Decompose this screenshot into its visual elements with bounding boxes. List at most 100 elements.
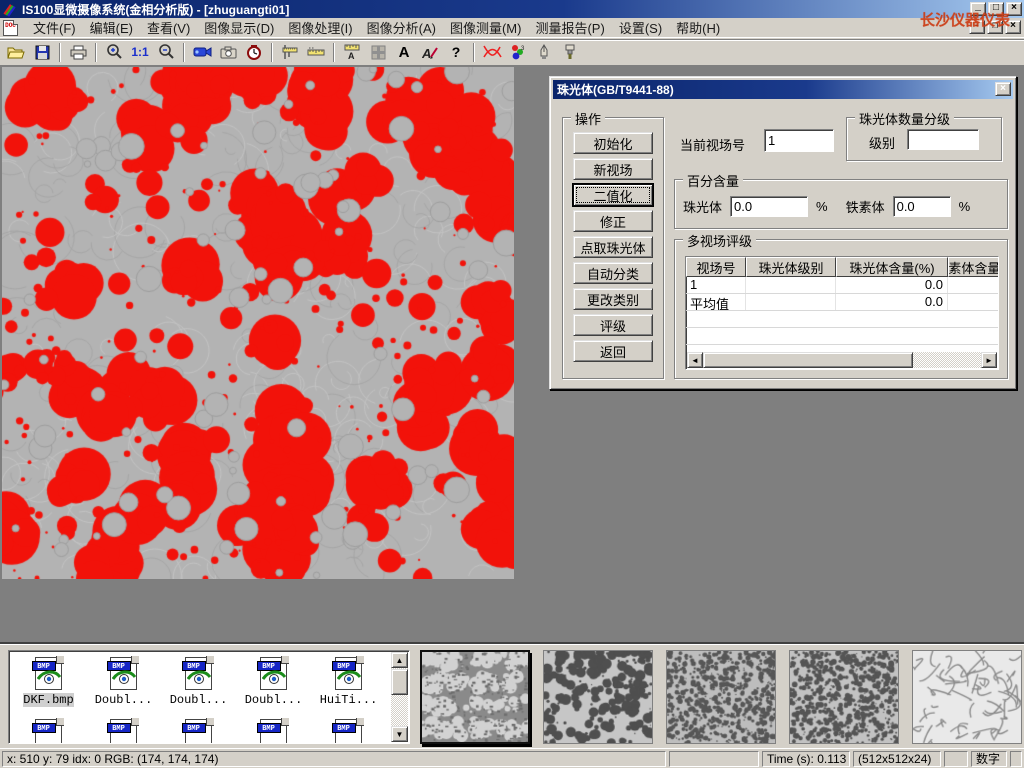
maximize-button[interactable]: □ xyxy=(988,2,1004,16)
table-horizontal-scrollbar[interactable]: ◄ ► xyxy=(687,352,997,368)
col-field-no[interactable]: 视场号 xyxy=(686,257,746,277)
change-class-button[interactable]: 更改类别 xyxy=(573,288,653,310)
col-pearlite-grade[interactable]: 珠光体级别 xyxy=(746,257,836,277)
grade-group-label: 珠光体数量分级 xyxy=(855,109,954,128)
scroll-thumb[interactable] xyxy=(703,352,913,368)
rate-button[interactable]: 评级 xyxy=(573,314,653,336)
menu-file[interactable]: 文件(F) xyxy=(26,16,83,39)
measure-text-icon[interactable]: A xyxy=(340,42,364,63)
brush-tool-icon[interactable] xyxy=(558,42,582,63)
bottom-panel: BMP DKF.bmp BMP Doubl... BMP Doubl... BM… xyxy=(0,642,1024,748)
zoom-in-icon[interactable] xyxy=(102,42,126,63)
file-item[interactable]: BMP DKF.bmp xyxy=(11,653,86,707)
table-row[interactable]: 平均值 0.0 xyxy=(686,294,998,311)
document-icon[interactable]: DOC xyxy=(3,20,18,36)
ferrite-percent-sign: % xyxy=(959,199,971,214)
file-item[interactable]: BMP Doubl... xyxy=(161,653,236,707)
new-field-button[interactable]: 新视场 xyxy=(573,158,653,180)
dialog-title-bar[interactable]: 珠光体(GB/T9441-88) × xyxy=(553,80,1013,99)
file-item[interactable]: BMP xyxy=(86,715,161,744)
text-icon[interactable]: A xyxy=(392,42,416,63)
file-item[interactable]: BMP xyxy=(311,715,386,744)
thumbnail-3[interactable] xyxy=(666,650,776,744)
correct-button[interactable]: 修正 xyxy=(573,210,653,232)
status-cursor-position: x: 510 y: 79 idx: 0 RGB: (174, 174, 174) xyxy=(2,751,666,767)
save-icon[interactable] xyxy=(30,42,54,63)
menu-image-display[interactable]: 图像显示(D) xyxy=(197,16,281,39)
pearlite-percent-sign: % xyxy=(816,199,828,214)
menu-measure-report[interactable]: 测量报告(P) xyxy=(528,16,611,39)
phase-points-icon[interactable]: 3 xyxy=(506,42,530,63)
help-icon[interactable]: ? xyxy=(444,42,468,63)
binarize-button[interactable]: 二值化 xyxy=(573,184,653,206)
annotate-icon[interactable]: A xyxy=(418,42,442,63)
file-browser[interactable]: BMP DKF.bmp BMP Doubl... BMP Doubl... BM… xyxy=(8,650,410,744)
file-name[interactable]: DKF.bmp xyxy=(23,693,73,707)
menu-image-analysis[interactable]: 图像分析(A) xyxy=(360,16,443,39)
ferrite-percent-input[interactable] xyxy=(893,196,951,217)
thumbnail-4[interactable] xyxy=(789,650,899,744)
status-time: Time (s): 0.113 xyxy=(762,751,850,767)
dialog-close-icon[interactable]: × xyxy=(995,82,1011,96)
curve-tool-icon[interactable] xyxy=(480,42,504,63)
grid-icon[interactable] xyxy=(366,42,390,63)
grade-input[interactable] xyxy=(907,129,979,150)
col-pearlite-content[interactable]: 珠光体含量(%) xyxy=(836,257,948,277)
child-restore-button[interactable]: ❐ xyxy=(987,20,1003,34)
scroll-left-icon[interactable]: ◄ xyxy=(687,352,703,368)
file-item[interactable]: BMP xyxy=(11,715,86,744)
pick-pearlite-button[interactable]: 点取珠光体 xyxy=(573,236,653,258)
file-name[interactable]: Doubl... xyxy=(245,693,303,707)
menu-settings[interactable]: 设置(S) xyxy=(612,16,669,39)
file-name[interactable]: HuiTi... xyxy=(320,693,378,707)
col-ferrite-content[interactable]: 铁素体含量(%) xyxy=(948,257,999,277)
micrograph-image[interactable] xyxy=(2,67,514,579)
actual-size-icon[interactable]: 1:1 xyxy=(128,42,152,63)
thumbnail-1[interactable] xyxy=(420,650,530,744)
timer-icon[interactable] xyxy=(242,42,266,63)
file-name[interactable]: Doubl... xyxy=(95,693,153,707)
file-item[interactable]: BMP xyxy=(236,715,311,744)
bmp-file-icon: BMP xyxy=(182,657,216,691)
scroll-right-icon[interactable]: ► xyxy=(981,352,997,368)
menu-image-measure[interactable]: 图像测量(M) xyxy=(443,16,529,39)
caliper-icon[interactable] xyxy=(278,42,302,63)
close-button[interactable]: × xyxy=(1006,2,1022,16)
zoom-out-icon[interactable] xyxy=(154,42,178,63)
minimize-button[interactable]: _ xyxy=(970,2,986,16)
rating-table[interactable]: 视场号 珠光体级别 珠光体含量(%) 铁素体含量(%) 1 0.0 平均值 0.… xyxy=(685,256,999,370)
status-bar: x: 510 y: 79 idx: 0 RGB: (174, 174, 174)… xyxy=(0,748,1024,768)
file-item[interactable]: BMP Doubl... xyxy=(236,653,311,707)
child-minimize-button[interactable]: - xyxy=(969,20,985,34)
video-camera-icon[interactable] xyxy=(190,42,214,63)
camera-icon[interactable] xyxy=(216,42,240,63)
pearlite-percent-input[interactable] xyxy=(730,196,808,217)
ruler-icon[interactable] xyxy=(304,42,328,63)
scroll-thumb[interactable] xyxy=(391,669,408,695)
scroll-down-icon[interactable]: ▼ xyxy=(391,726,408,742)
print-icon[interactable] xyxy=(66,42,90,63)
percent-group: 百分含量 珠光体 % 铁素体 % xyxy=(674,179,1008,229)
file-name[interactable]: Doubl... xyxy=(170,693,228,707)
thumbnail-5[interactable] xyxy=(912,650,1022,744)
initialize-button[interactable]: 初始化 xyxy=(573,132,653,154)
child-close-button[interactable]: × xyxy=(1005,20,1021,34)
scroll-up-icon[interactable]: ▲ xyxy=(391,652,408,668)
open-icon[interactable] xyxy=(4,42,28,63)
menu-edit[interactable]: 编辑(E) xyxy=(83,16,140,39)
auto-classify-button[interactable]: 自动分类 xyxy=(573,262,653,284)
menu-view[interactable]: 查看(V) xyxy=(140,16,197,39)
thumbnail-2[interactable] xyxy=(543,650,653,744)
table-row[interactable]: 1 0.0 xyxy=(686,277,998,294)
file-item[interactable]: BMP Doubl... xyxy=(86,653,161,707)
grade-group: 珠光体数量分级 级别 xyxy=(846,117,1002,161)
return-button[interactable]: 返回 xyxy=(573,340,653,362)
current-field-input[interactable] xyxy=(764,129,834,152)
pen-tool-icon[interactable] xyxy=(532,42,556,63)
file-vertical-scrollbar[interactable]: ▲ ▼ xyxy=(391,652,408,742)
menu-help[interactable]: 帮助(H) xyxy=(669,16,727,39)
file-item[interactable]: BMP xyxy=(161,715,236,744)
file-item[interactable]: BMP HuiTi... xyxy=(311,653,386,707)
bmp-file-icon: BMP xyxy=(107,719,141,744)
menu-image-processing[interactable]: 图像处理(I) xyxy=(281,16,359,39)
